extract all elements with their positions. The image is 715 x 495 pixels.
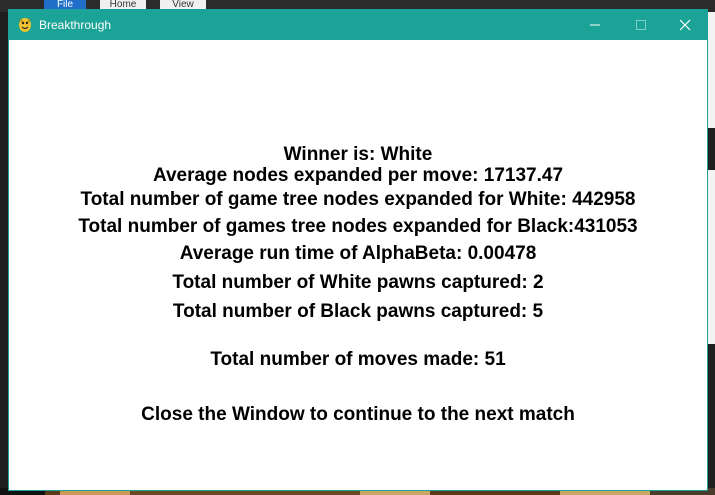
white-nodes-text: Total number of game tree nodes expanded… <box>80 189 636 210</box>
minimize-button[interactable] <box>572 10 618 40</box>
avg-nodes-text: Average nodes expanded per move: 17137.4… <box>152 165 564 186</box>
winner-text: Winner is: White <box>283 144 433 165</box>
black-captured-text: Total number of Black pawns captured: 5 <box>172 301 544 322</box>
background-left-strip <box>0 12 8 495</box>
close-icon <box>679 19 691 31</box>
instruction-text: Close the Window to continue to the next… <box>141 404 575 425</box>
moves-made-text: Total number of moves made: 51 <box>210 349 506 370</box>
results-panel: Winner is: White Average nodes expanded … <box>9 40 707 492</box>
maximize-icon <box>636 20 646 30</box>
avg-runtime-text: Average run time of AlphaBeta: 0.00478 <box>179 243 537 264</box>
title-bar[interactable]: Breakthrough <box>9 10 707 40</box>
background-right-strip <box>708 12 715 495</box>
python-snake-icon <box>19 18 31 32</box>
white-captured-text: Total number of White pawns captured: 2 <box>172 272 544 293</box>
minimize-icon <box>590 24 600 26</box>
close-button[interactable] <box>662 10 708 40</box>
maximize-button[interactable] <box>618 10 664 40</box>
black-nodes-text: Total number of games tree nodes expande… <box>78 216 638 237</box>
breakthrough-window: Breakthrough Winner is: White Average no… <box>8 9 708 491</box>
window-title: Breakthrough <box>39 18 112 32</box>
